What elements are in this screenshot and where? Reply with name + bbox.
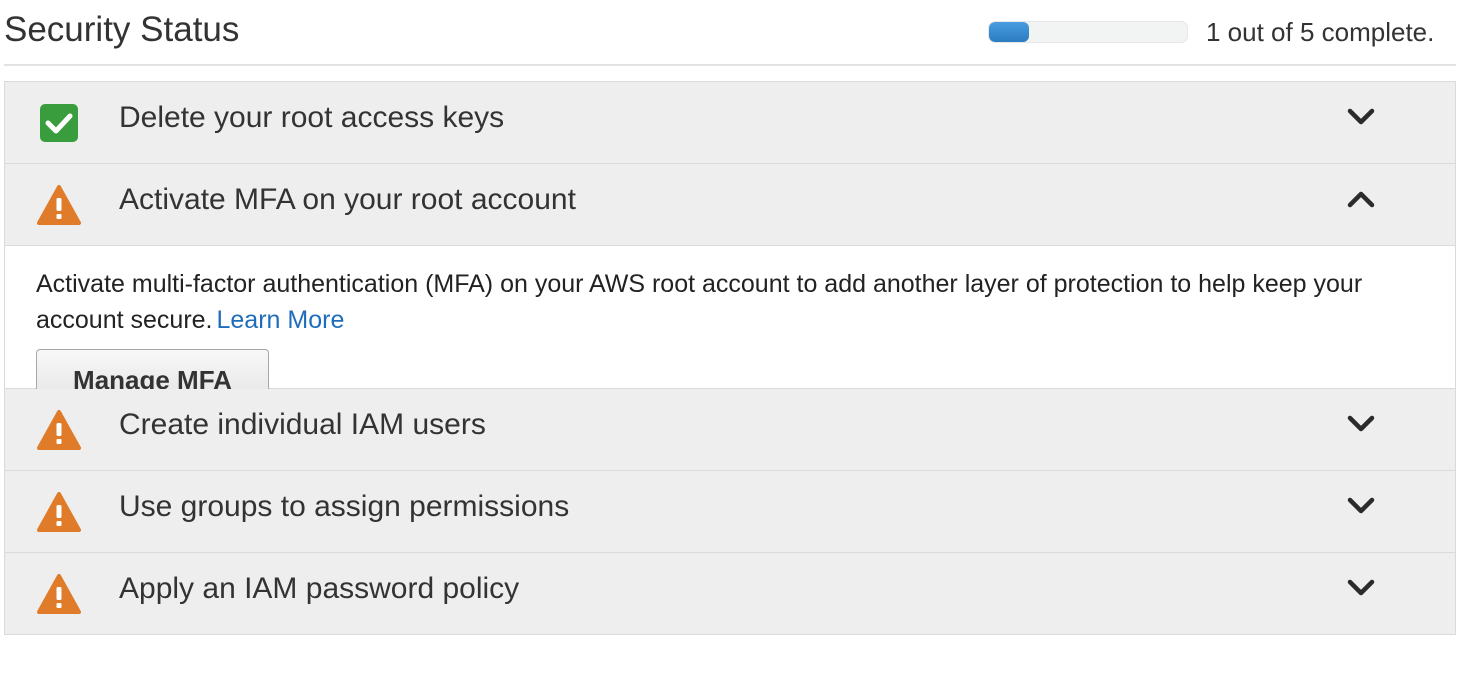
- checklist-item-body: Activate multi-factor authentication (MF…: [5, 245, 1455, 409]
- mfa-description: Activate multi-factor authentication (MF…: [36, 266, 1425, 338]
- security-checklist: Delete your root access keys Activate MF…: [4, 81, 1456, 635]
- progress-bar: [988, 21, 1188, 43]
- checklist-item-password-policy: Apply an IAM password policy: [5, 553, 1455, 635]
- checklist-item-header[interactable]: Delete your root access keys: [5, 82, 1455, 163]
- chevron-down-icon[interactable]: [1345, 575, 1377, 601]
- progress-bar-fill: [989, 22, 1029, 42]
- checklist-item-title: Apply an IAM password policy: [119, 572, 520, 605]
- checklist-item-title: Delete your root access keys: [119, 101, 505, 134]
- checklist-item-header[interactable]: Create individual IAM users: [5, 389, 1455, 470]
- progress-text: 1 out of 5 complete.: [1206, 17, 1435, 47]
- warning-icon: [36, 572, 82, 616]
- check-icon: [36, 101, 82, 145]
- checklist-item-header[interactable]: Use groups to assign permissions: [5, 471, 1455, 552]
- checklist-item-header[interactable]: Apply an IAM password policy: [5, 553, 1455, 634]
- page-title: Security Status: [4, 10, 240, 49]
- checklist-item-title: Use groups to assign permissions: [119, 490, 570, 523]
- checklist-item-delete-root-keys: Delete your root access keys: [5, 82, 1455, 164]
- checklist-item-header[interactable]: Activate MFA on your root account: [5, 164, 1455, 245]
- checklist-item-activate-mfa: Activate MFA on your root account Activa…: [5, 164, 1455, 409]
- chevron-down-icon[interactable]: [1345, 104, 1377, 130]
- security-status-header: Security Status 1 out of 5 complete.: [4, 0, 1456, 66]
- chevron-up-icon[interactable]: [1345, 186, 1377, 212]
- checklist-item-use-groups: Use groups to assign permissions: [5, 471, 1455, 553]
- checklist-item-create-iam-users: Create individual IAM users: [5, 389, 1455, 471]
- learn-more-link[interactable]: Learn More: [217, 306, 345, 334]
- warning-icon: [36, 183, 82, 227]
- warning-icon: [36, 408, 82, 452]
- checklist-item-title: Activate MFA on your root account: [119, 183, 576, 216]
- checklist-item-title: Create individual IAM users: [119, 408, 486, 441]
- warning-icon: [36, 490, 82, 534]
- chevron-down-icon[interactable]: [1345, 411, 1377, 437]
- chevron-down-icon[interactable]: [1345, 493, 1377, 519]
